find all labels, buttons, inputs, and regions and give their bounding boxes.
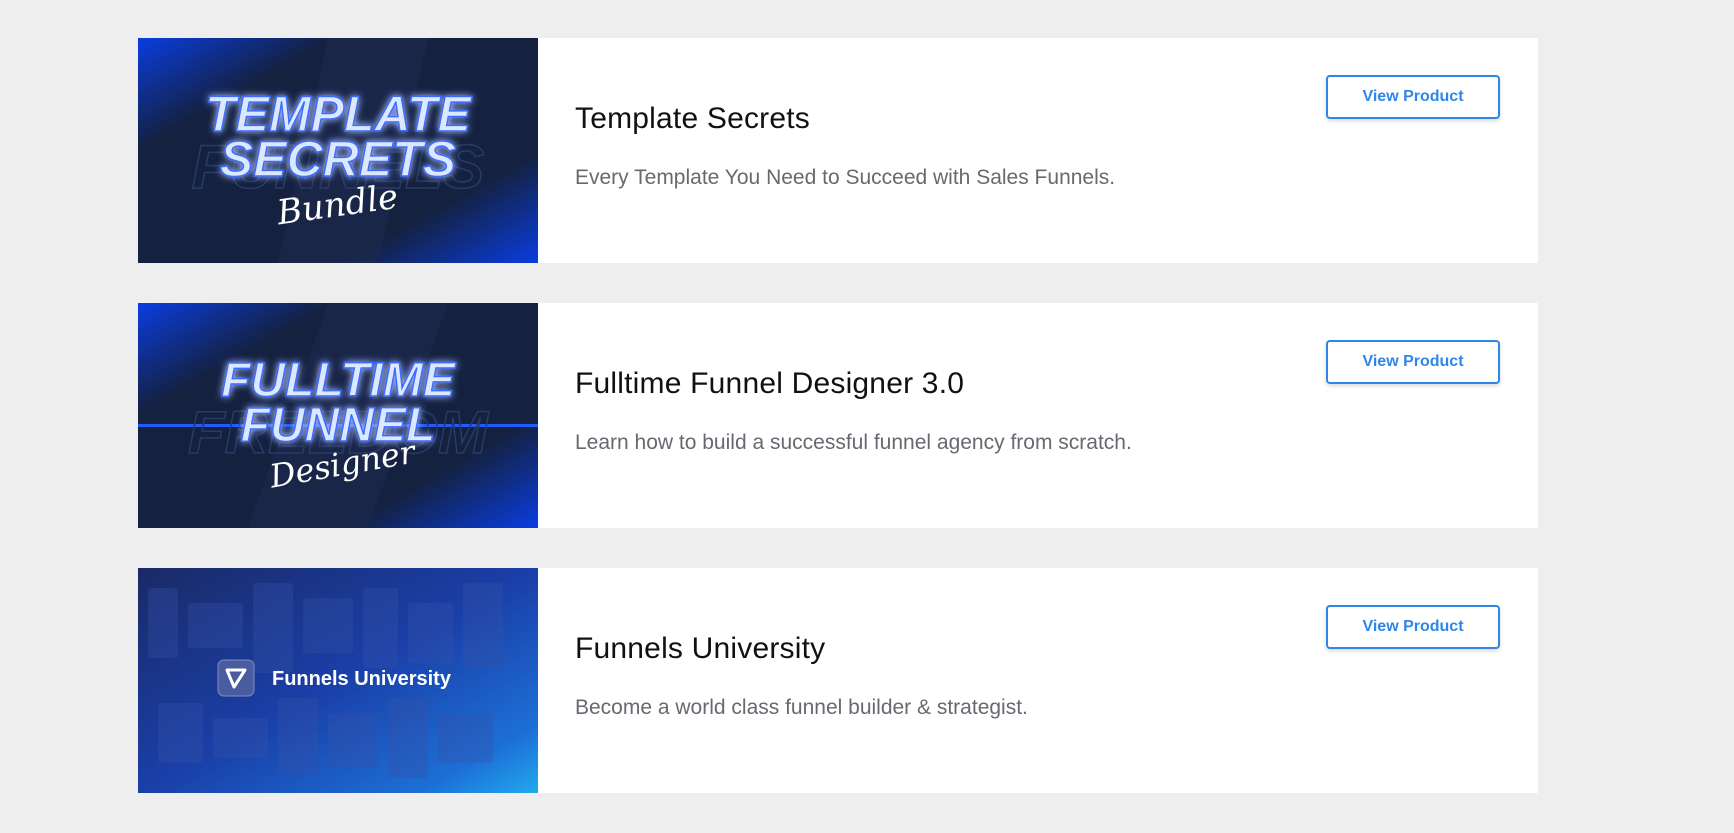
product-thumbnail[interactable]: FREEDOM FULLTIME FUNNEL Designer <box>138 303 538 528</box>
product-description: Every Template You Need to Succeed with … <box>575 166 1116 189</box>
product-info: Funnels University Become a world class … <box>538 568 1538 793</box>
product-title[interactable]: Template Secrets <box>575 102 810 136</box>
product-title[interactable]: Fulltime Funnel Designer 3.0 <box>575 367 964 401</box>
view-product-button[interactable]: View Product <box>1326 340 1500 384</box>
product-card: FUNNELS TEMPLATE SECRETS Bundle Template… <box>138 38 1538 263</box>
product-card: Funnels University Funnels University Be… <box>138 568 1538 793</box>
product-thumbnail[interactable]: Funnels University <box>138 568 538 793</box>
view-product-button[interactable]: View Product <box>1326 75 1500 119</box>
thumbnail-brand: Funnels University <box>272 668 452 690</box>
funnels-university-logo-icon <box>217 659 255 697</box>
product-info: Fulltime Funnel Designer 3.0 Learn how t… <box>538 303 1538 528</box>
product-description: Learn how to build a successful funnel a… <box>575 431 1132 454</box>
product-description: Become a world class funnel builder & st… <box>575 696 1028 719</box>
thumbnail-line2: SECRETS <box>220 131 456 187</box>
product-info: Template Secrets Every Template You Need… <box>538 38 1538 263</box>
view-product-button[interactable]: View Product <box>1326 605 1500 649</box>
product-thumbnail[interactable]: FUNNELS TEMPLATE SECRETS Bundle <box>138 38 538 263</box>
product-list: FUNNELS TEMPLATE SECRETS Bundle Template… <box>138 38 1538 833</box>
product-title[interactable]: Funnels University <box>575 632 825 666</box>
product-card: FREEDOM FULLTIME FUNNEL Designer Fulltim… <box>138 303 1538 528</box>
